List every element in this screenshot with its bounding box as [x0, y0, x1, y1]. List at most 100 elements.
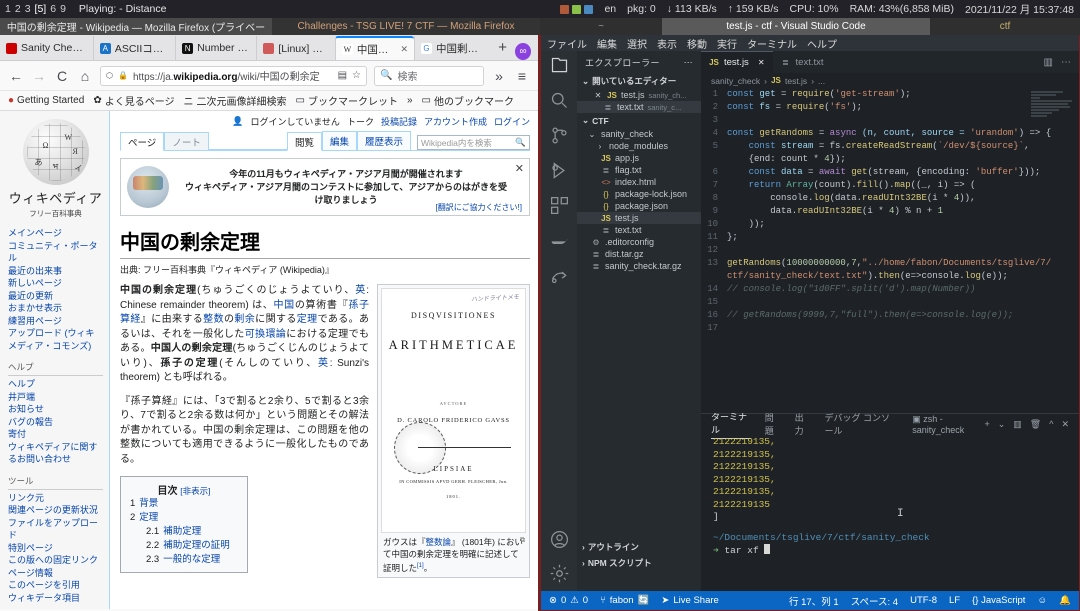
code-line[interactable]: 13 getRandoms(10000000000,7,"../home/fabo… [701, 257, 1079, 270]
status-encoding[interactable]: UTF-8 [910, 595, 937, 606]
code-line[interactable]: 6 const data = await get(stream, {encodi… [701, 166, 1079, 179]
toc-item[interactable]: 2.2 補助定理の証明 [130, 539, 238, 553]
editor-tab-test-js[interactable]: JS test.js ✕ [701, 51, 773, 73]
live-share-icon[interactable] [549, 265, 570, 286]
tree-item-package-json[interactable]: {} package.json [577, 200, 701, 212]
userbar-link-create-account[interactable]: アカウント作成 [424, 115, 487, 128]
status-branch[interactable]: ⑂ fabon 🔄 [600, 595, 649, 606]
article-link[interactable]: 定理 [297, 314, 318, 325]
overflow-icon[interactable]: » [491, 68, 507, 84]
browser-tab-google[interactable]: G 中国剰余定 [414, 36, 490, 60]
sidebar-link-community-portal[interactable]: コミュニティ・ポータル [8, 240, 103, 265]
tree-item-text-txt[interactable]: ≣ text.txt [577, 224, 701, 236]
article-link[interactable]: 英 [318, 358, 330, 369]
workspace-section-header[interactable]: ⌄ CTF [577, 113, 701, 128]
extensions-icon[interactable] [549, 195, 570, 216]
trash-icon[interactable]: 🗑 [1030, 419, 1041, 430]
tab-talk[interactable]: ノート [164, 132, 209, 150]
code-line[interactable]: 11}; [701, 231, 1079, 244]
menu-edit[interactable]: 編集 [597, 36, 617, 51]
workspace-list[interactable]: 1 2 3 [5] 6 9 [0, 3, 66, 15]
bell-icon[interactable]: 🔔 [1059, 595, 1071, 606]
terminal-selector[interactable]: ▣ zsh - sanity_check [912, 414, 976, 435]
window-title-firefox-ctf[interactable]: Challenges - TSG LIVE! 7 CTF — Mozilla F… [272, 18, 540, 35]
more-actions-icon[interactable]: ⋯ [1061, 57, 1071, 68]
workspace-5-active[interactable]: [5] [35, 3, 47, 15]
article-link[interactable]: 剰余 [234, 314, 255, 325]
code-line[interactable]: 7 return Array(count).fill().map((_, i) … [701, 179, 1079, 192]
wikipedia-logo[interactable]: W Я Ω भ あ イ [20, 119, 92, 185]
editor-tab-text-txt[interactable]: ≣ text.txt [772, 51, 832, 73]
code-line[interactable]: 2 const fs = require('fs'); [701, 101, 1079, 114]
sidebar-link-upload-file[interactable]: ファイルをアップロード [8, 517, 103, 542]
workspace-2[interactable]: 2 [15, 3, 21, 15]
sync-icon[interactable]: 🔄 [638, 595, 650, 606]
toc-item[interactable]: 1 背景 [130, 497, 238, 511]
menu-run[interactable]: 実行 [717, 36, 737, 51]
article-link[interactable]: 英 [355, 285, 366, 296]
menu-help[interactable]: ヘルプ [807, 36, 837, 51]
sidebar-link-special-pages[interactable]: 特別ページ [8, 542, 103, 555]
sidebar-link-village-pump[interactable]: 井戸端 [8, 391, 103, 404]
run-debug-icon[interactable] [549, 160, 570, 181]
open-editor-test-js[interactable]: ✕ JS test.js sanity_ch... [577, 89, 701, 101]
article-link[interactable]: 整数 [203, 314, 224, 325]
maximize-panel-icon[interactable]: ^ [1049, 419, 1053, 429]
tree-item-app-js[interactable]: JS app.js [577, 152, 701, 164]
smiley-icon[interactable]: ☺ [1037, 595, 1047, 606]
open-editor-text-txt[interactable]: ≣ text.txt sanity_c... [577, 101, 701, 113]
workspace-3[interactable]: 3 [25, 3, 31, 15]
banner-translate-link[interactable]: [翻訳にご協力ください!] [435, 202, 522, 213]
window-title-middle[interactable]: ~ [540, 18, 662, 35]
code-line[interactable]: 10 )); [701, 218, 1079, 231]
sidebar-link-permanent-link[interactable]: この版への固定リンク [8, 554, 103, 567]
menu-go[interactable]: 移動 [687, 36, 707, 51]
code-line[interactable]: {end: count * 4}); [701, 153, 1079, 166]
article-link[interactable]: 中国 [274, 300, 295, 311]
code-line[interactable]: ctf/sanity_check/text.txt").then(e=>cons… [701, 270, 1079, 283]
bookmark-other-folder[interactable]: ▭ 他のブックマーク [422, 93, 514, 108]
browser-tab-wikipedia-active[interactable]: W 中国の剰 ✕ [334, 36, 415, 60]
breadcrumb-symbol[interactable]: ... [818, 76, 825, 86]
code-line[interactable]: 16 // getRandoms(9999,7,"full").then(e=>c… [701, 309, 1079, 322]
workspace-9[interactable]: 9 [60, 3, 66, 15]
search-icon[interactable]: 🔍 [515, 137, 526, 148]
enlarge-icon[interactable]: ⧉ [520, 535, 525, 547]
url-bar[interactable]: ⬡ 🔒 https://ja.wikipedia.org/wiki/中国の剰余定… [100, 65, 367, 86]
chevron-down-icon[interactable]: ⌄ [998, 419, 1006, 430]
sidebar-link-donate[interactable]: 寄付 [8, 428, 103, 441]
home-icon[interactable]: ⌂ [77, 68, 93, 84]
sidebar-link-announcements[interactable]: お知らせ [8, 403, 103, 416]
chevron-right-icon[interactable]: › [595, 142, 605, 151]
toc-item[interactable]: 2 定理 [130, 511, 238, 525]
search-icon[interactable] [549, 90, 570, 111]
close-icon[interactable]: ✕ [593, 91, 603, 100]
window-title-firefox-private[interactable]: 中国の剰余定理 - Wikipedia — Mozilla Firefox (プ… [0, 18, 272, 35]
terminal-output[interactable]: 2122219135, 2122219135, 2122219135, 2122… [701, 434, 1079, 591]
bookmark-star-icon[interactable]: ☆ [352, 70, 361, 81]
tab-edit[interactable]: 編集 [321, 131, 357, 150]
sidebar-link-upload[interactable]: アップロード (ウィキメディア・コモンズ) [8, 327, 103, 352]
tray-icon-clipboard[interactable] [584, 4, 594, 14]
userbar-link-contributions[interactable]: 投稿記録 [381, 115, 417, 128]
window-title-vscode[interactable]: test.js - ctf - Visual Studio Code [662, 18, 930, 35]
tree-item-test-js[interactable]: JS test.js [577, 212, 701, 224]
code-line[interactable]: 1 const get = require('get-stream'); [701, 88, 1079, 101]
tray-icon-updates[interactable] [572, 4, 582, 14]
bookmark-frequent-pages[interactable]: ✿ よく見るページ [93, 93, 174, 108]
shield-icon[interactable]: ⬡ [106, 71, 113, 80]
split-editor-icon[interactable]: ▥ [1044, 57, 1053, 68]
window-title-ctf[interactable]: ctf [930, 18, 1080, 35]
code-editor[interactable]: 1 const get = require('get-stream'); 2 cons… [701, 88, 1079, 413]
sidebar-link-contact[interactable]: ウィキペディアに関するお問い合わせ [8, 441, 103, 466]
disquisitiones-title-page-image[interactable]: ハンドライトメモ DISQVISITIONES ARITHMETICAE AVC… [381, 288, 526, 533]
article-link[interactable]: 可換環論 [245, 329, 287, 340]
code-line[interactable]: 8 console.log(data.readUInt32BE(i * 4)), [701, 192, 1079, 205]
bookmark-image-search[interactable]: ニ二次元画像詳細検索 [184, 93, 287, 108]
new-tab-button[interactable]: + [490, 36, 515, 60]
browser-tab-number[interactable]: N Number - Ja [175, 36, 256, 60]
account-icon[interactable] [549, 529, 570, 550]
sidebar-link-main-page[interactable]: メインページ [8, 227, 103, 240]
caption-reference[interactable]: [1] [417, 563, 424, 569]
userbar-link-talk[interactable]: トーク [347, 115, 374, 128]
